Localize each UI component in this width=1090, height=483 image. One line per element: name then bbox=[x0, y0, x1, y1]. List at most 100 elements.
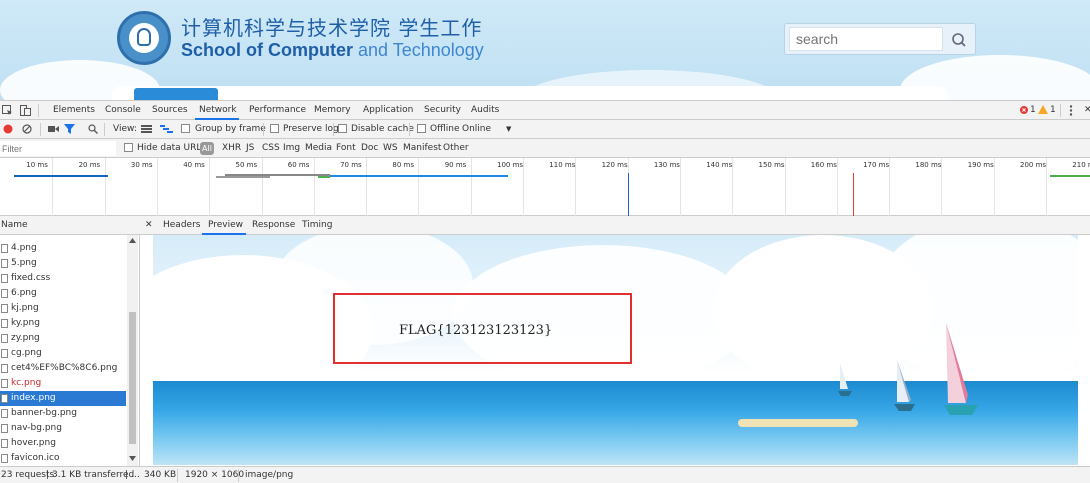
close-icon[interactable]: ✕ bbox=[145, 220, 153, 230]
network-timeline-overview[interactable]: 10 ms 20 ms 30 ms 40 ms 50 ms 60 ms 70 ms 80 ms… bbox=[0, 158, 1090, 216]
request-name: 5.png bbox=[11, 258, 37, 268]
group-by-frame-label: Group by frame bbox=[195, 124, 266, 134]
throttle-select[interactable]: Online bbox=[462, 124, 491, 134]
offline-checkbox[interactable] bbox=[417, 124, 426, 133]
request-row[interactable]: favicon.ico bbox=[0, 451, 126, 466]
filter-type-other[interactable]: Other bbox=[443, 143, 469, 153]
request-name: favicon.ico bbox=[11, 453, 60, 463]
file-icon bbox=[1, 364, 8, 373]
separator bbox=[238, 469, 239, 482]
tab-elements[interactable]: Elements bbox=[53, 105, 95, 115]
hide-data-urls-label: Hide data URLs bbox=[137, 143, 207, 153]
search-input[interactable] bbox=[789, 27, 943, 51]
request-row[interactable]: ky.png bbox=[0, 316, 126, 331]
preserve-log-checkbox[interactable] bbox=[270, 124, 279, 133]
request-row[interactable]: zy.png bbox=[0, 331, 126, 346]
more-menu-icon[interactable] bbox=[1069, 105, 1073, 116]
timeline-gridline bbox=[732, 158, 734, 216]
school-logo[interactable] bbox=[117, 11, 171, 65]
error-icon[interactable] bbox=[1020, 106, 1028, 114]
group-by-frame-checkbox[interactable] bbox=[181, 124, 190, 133]
filter-type-js[interactable]: JS bbox=[246, 143, 254, 153]
request-row[interactable]: fixed.css bbox=[0, 271, 126, 286]
request-row[interactable]: kc.png bbox=[0, 376, 126, 391]
request-row[interactable]: banner-bg.png bbox=[0, 406, 126, 421]
filter-type-manifest[interactable]: Manifest bbox=[403, 143, 441, 153]
error-count[interactable]: 1 bbox=[1030, 105, 1036, 115]
timeline-gridline bbox=[366, 158, 368, 216]
request-row[interactable]: kj.png bbox=[0, 301, 126, 316]
filter-type-doc[interactable]: Doc bbox=[361, 143, 378, 153]
video-capture-icon[interactable] bbox=[48, 125, 59, 133]
nav-item-active[interactable] bbox=[134, 88, 218, 100]
filter-input[interactable] bbox=[0, 141, 116, 156]
request-name: fixed.css bbox=[11, 273, 51, 283]
request-row[interactable]: cet4%EF%BC%8C6.png bbox=[0, 361, 126, 376]
scroll-up-icon[interactable] bbox=[129, 238, 136, 243]
request-list-scrollbar[interactable] bbox=[127, 235, 138, 466]
filter-type-css[interactable]: CSS bbox=[262, 143, 280, 153]
timeline-gridline bbox=[52, 158, 54, 216]
tab-memory[interactable]: Memory bbox=[314, 105, 351, 115]
timeline-gridline bbox=[418, 158, 420, 216]
preview-spacer bbox=[833, 457, 834, 458]
name-column-header[interactable]: Name bbox=[0, 216, 140, 235]
scroll-down-icon[interactable] bbox=[129, 456, 136, 461]
site-title-en-part1: School of Computer bbox=[181, 40, 353, 60]
clear-icon[interactable] bbox=[22, 124, 32, 134]
filter-type-media[interactable]: Media bbox=[305, 143, 332, 153]
tab-application[interactable]: Application bbox=[363, 105, 413, 115]
filter-type-all[interactable]: All bbox=[200, 142, 214, 155]
request-row[interactable]: cg.png bbox=[0, 346, 126, 361]
request-detail-tabs: ✕ Headers Preview Response Timing bbox=[140, 216, 1090, 235]
device-toggle-icon[interactable] bbox=[20, 105, 31, 116]
filter-type-ws[interactable]: WS bbox=[383, 143, 398, 153]
timeline-request-bar bbox=[14, 175, 108, 177]
chevron-down-icon[interactable]: ▼ bbox=[506, 125, 511, 133]
waterfall-icon[interactable] bbox=[160, 124, 173, 134]
request-name: kj.png bbox=[11, 303, 39, 313]
hide-data-urls-checkbox[interactable] bbox=[124, 143, 133, 152]
request-row[interactable]: nav-bg.png bbox=[0, 421, 126, 436]
offline-label: Offline bbox=[430, 124, 460, 134]
timeline-tick-label: 160 ms bbox=[810, 161, 837, 169]
filter-type-font[interactable]: Font bbox=[336, 143, 356, 153]
request-row[interactable]: index.png bbox=[0, 391, 126, 406]
devtools-tabbar: Elements Console Sources Network Perform… bbox=[0, 101, 1090, 120]
tab-security[interactable]: Security bbox=[424, 105, 461, 115]
tab-network[interactable]: Network bbox=[199, 105, 237, 115]
file-icon bbox=[1, 319, 8, 328]
filter-icon[interactable] bbox=[64, 124, 75, 134]
large-rows-icon[interactable] bbox=[141, 125, 152, 133]
site-title-en: School of Computer and Technology bbox=[181, 40, 484, 61]
tab-sources[interactable]: Sources bbox=[152, 105, 188, 115]
disable-cache-checkbox[interactable] bbox=[338, 124, 347, 133]
filter-type-img[interactable]: Img bbox=[283, 143, 300, 153]
request-row[interactable]: 4.png bbox=[0, 241, 126, 256]
scroll-thumb[interactable] bbox=[129, 312, 136, 444]
search-icon[interactable] bbox=[88, 124, 98, 134]
tab-timing[interactable]: Timing bbox=[302, 220, 332, 230]
tab-preview[interactable]: Preview bbox=[208, 220, 243, 230]
timeline-gridline bbox=[104, 158, 106, 216]
file-icon bbox=[1, 424, 8, 433]
request-row[interactable]: 6.png bbox=[0, 286, 126, 301]
warning-icon[interactable] bbox=[1038, 105, 1048, 114]
flag-text: FLAG{123123123123} bbox=[399, 323, 553, 338]
search-icon[interactable] bbox=[949, 30, 969, 50]
tab-audits[interactable]: Audits bbox=[471, 105, 499, 115]
tab-response[interactable]: Response bbox=[252, 220, 295, 230]
inspect-icon[interactable] bbox=[2, 105, 13, 116]
separator bbox=[263, 123, 264, 136]
tab-headers[interactable]: Headers bbox=[163, 220, 200, 230]
close-icon[interactable]: ✕ bbox=[1084, 105, 1090, 115]
tab-performance[interactable]: Performance bbox=[249, 105, 306, 115]
network-toolbar: View: Group by frame Preserve log Disabl… bbox=[0, 120, 1090, 139]
tab-console[interactable]: Console bbox=[105, 105, 141, 115]
request-list: Name 4.png 5.png fixed.css 6.png kj.png ky.pn… bbox=[0, 216, 140, 466]
filter-type-xhr[interactable]: XHR bbox=[222, 143, 241, 153]
request-row[interactable]: hover.png bbox=[0, 436, 126, 451]
warning-count[interactable]: 1 bbox=[1050, 105, 1056, 115]
request-row[interactable]: 5.png bbox=[0, 256, 126, 271]
record-icon[interactable] bbox=[3, 124, 13, 134]
